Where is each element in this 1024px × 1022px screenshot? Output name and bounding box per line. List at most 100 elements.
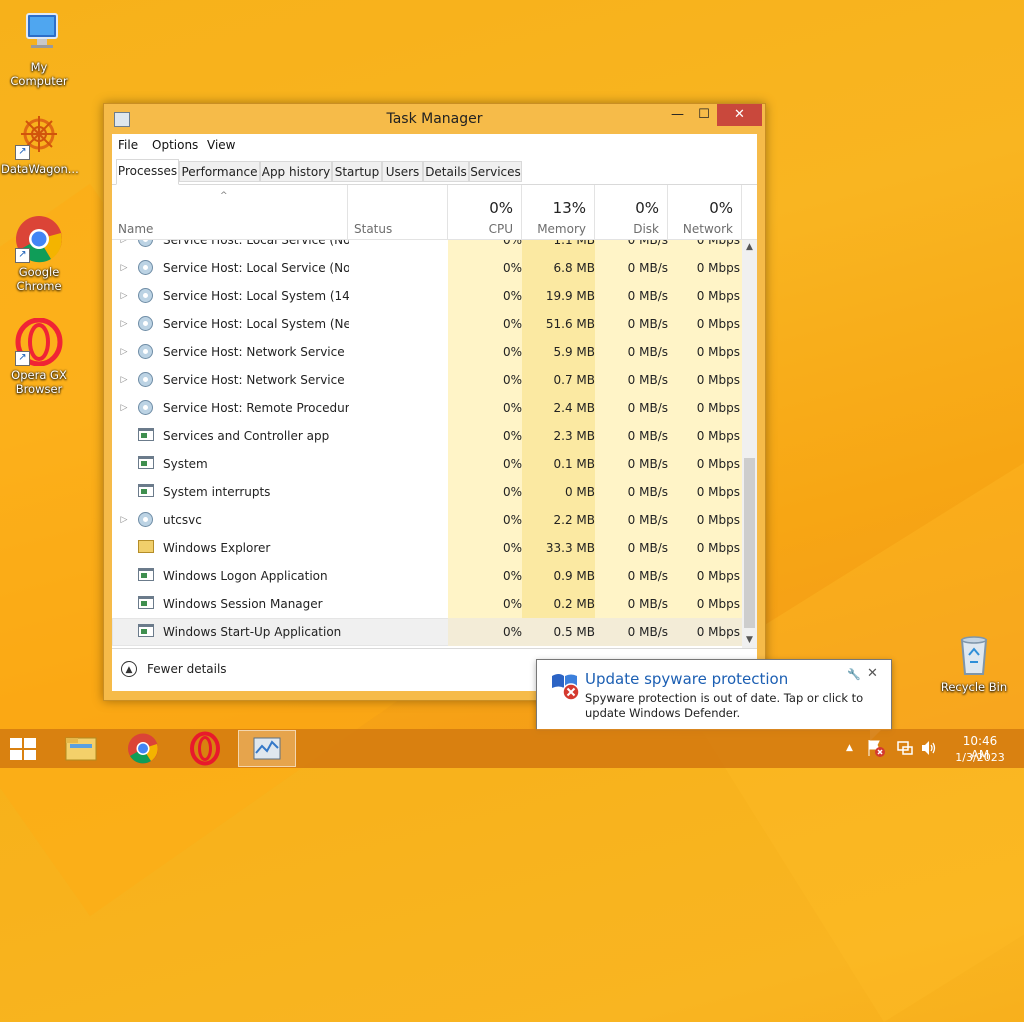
expand-chevron-icon[interactable]: ▷ xyxy=(118,338,130,366)
process-row[interactable]: Windows Start-Up Application 0% 0.5 MB 0 MB… xyxy=(112,618,742,646)
expand-chevron-icon[interactable]: ▷ xyxy=(118,282,130,310)
process-name: Service Host: Remote Procedure... xyxy=(163,401,349,415)
disk-value: 0 MB/s xyxy=(595,618,672,646)
start-button[interactable] xyxy=(8,737,38,761)
recycle-bin-icon xyxy=(950,630,998,678)
defender-notification[interactable]: Update spyware protection Spyware protec… xyxy=(536,659,892,741)
memory-value: 0.1 MB xyxy=(522,450,601,478)
process-name: Service Host: Local Service (No I... xyxy=(163,240,349,247)
column-disk-label: Disk xyxy=(633,222,659,236)
settings-wrench-icon[interactable]: 🔧 xyxy=(847,668,861,681)
network-value: 0 Mbps xyxy=(668,590,742,618)
tab-details[interactable]: Details xyxy=(423,161,469,182)
expand-chevron-icon[interactable]: ▷ xyxy=(118,240,130,254)
desktop-icon-label: DataWagon... xyxy=(1,162,79,176)
process-row[interactable]: ▷ Service Host: Network Service (... 0% 0.7… xyxy=(112,366,742,394)
process-row[interactable]: ▷ Service Host: Local System (14) 0% 19.9 M… xyxy=(112,282,742,310)
column-disk[interactable]: 0% Disk xyxy=(595,185,668,239)
tab-users[interactable]: Users xyxy=(382,161,423,182)
disk-value: 0 MB/s xyxy=(595,506,672,534)
expand-chevron-icon[interactable]: ▷ xyxy=(118,310,130,338)
column-status[interactable]: Status xyxy=(348,185,448,239)
scroll-up-arrow-icon[interactable]: ▲ xyxy=(742,240,757,255)
menu-view[interactable]: View xyxy=(207,138,235,152)
show-hidden-icons-chevron-icon[interactable]: ▲ xyxy=(846,743,853,753)
process-row[interactable]: System interrupts 0% 0 MB 0 MB/s 0 Mbps xyxy=(112,478,742,506)
process-name: Windows Start-Up Application xyxy=(163,625,342,639)
column-network[interactable]: 0% Network xyxy=(668,185,742,239)
close-icon[interactable]: ✕ xyxy=(867,666,878,681)
vertical-scrollbar[interactable]: ▲ ▼ xyxy=(742,240,757,648)
memory-value: 0.9 MB xyxy=(522,562,601,590)
fewer-details-link[interactable]: Fewer details xyxy=(147,662,227,676)
taskbar-file-explorer[interactable] xyxy=(52,730,110,767)
memory-value: 33.3 MB xyxy=(522,534,601,562)
expand-chevron-icon[interactable]: ▷ xyxy=(118,366,130,394)
network-total-percent: 0% xyxy=(709,199,733,217)
expand-chevron-icon[interactable]: ▷ xyxy=(118,506,130,534)
network-value: 0 Mbps xyxy=(668,254,742,282)
process-row[interactable]: ▷ utcsvc 0% 2.2 MB 0 MB/s 0 Mbps xyxy=(112,506,742,534)
cpu-value: 0% xyxy=(448,450,524,478)
taskbar-opera[interactable] xyxy=(176,730,234,767)
volume-icon[interactable] xyxy=(920,739,938,760)
expand-chevron-icon[interactable]: ▷ xyxy=(118,254,130,282)
process-name: Windows Session Manager xyxy=(163,597,323,611)
desktop-icon-recycle-bin[interactable]: Recycle Bin xyxy=(936,630,1012,694)
gear-icon xyxy=(138,344,154,359)
process-row[interactable]: Services and Controller app 0% 2.3 MB 0 MB/… xyxy=(112,422,742,450)
process-row[interactable]: ▷ Service Host: Network Service (5) 0% 5.9 … xyxy=(112,338,742,366)
tab-strip: Processes Performance App history Startu… xyxy=(112,156,757,185)
process-row[interactable]: Windows Session Manager 0% 0.2 MB 0 MB/s 0 M… xyxy=(112,590,742,618)
memory-value: 6.8 MB xyxy=(522,254,601,282)
process-row[interactable]: Windows Explorer 0% 33.3 MB 0 MB/s 0 Mbps xyxy=(112,534,742,562)
tab-startup[interactable]: Startup xyxy=(332,161,382,182)
window-app-icon xyxy=(138,596,154,611)
gear-icon xyxy=(138,372,154,387)
taskbar-chrome[interactable] xyxy=(114,730,172,767)
desktop-icon-my-computer[interactable]: My Computer xyxy=(1,10,77,88)
cpu-value: 0% xyxy=(448,366,524,394)
close-button[interactable]: ✕ xyxy=(717,104,762,126)
scroll-down-arrow-icon[interactable]: ▼ xyxy=(742,633,757,648)
process-row[interactable]: ▷ Service Host: Remote Procedure... 0% 2.4 … xyxy=(112,394,742,422)
desktop-icon-datawagon[interactable]: ↗ DataWagon... xyxy=(1,112,79,176)
network-icon[interactable] xyxy=(896,739,914,760)
scroll-thumb[interactable] xyxy=(744,458,755,628)
chevron-up-circle-icon[interactable]: ▲ xyxy=(121,661,137,677)
cpu-value: 0% xyxy=(448,282,524,310)
disk-value: 0 MB/s xyxy=(595,310,672,338)
process-row[interactable]: ▷ Service Host: Local Service (No I... 0% 1… xyxy=(112,240,742,254)
column-cpu[interactable]: 0% CPU xyxy=(448,185,522,239)
process-name: Services and Controller app xyxy=(163,429,330,443)
process-list: ▷ Service Host: Local Service (No I... 0% 1… xyxy=(112,240,742,648)
column-memory[interactable]: 13% Memory xyxy=(522,185,595,239)
action-center-flag-icon[interactable] xyxy=(866,738,886,761)
process-row[interactable]: Windows Logon Application 0% 0.9 MB 0 MB/s 0… xyxy=(112,562,742,590)
process-row[interactable]: System 0% 0.1 MB 0 MB/s 0 Mbps xyxy=(112,450,742,478)
minimize-button[interactable]: — xyxy=(664,104,691,126)
tab-performance[interactable]: Performance xyxy=(179,161,260,182)
tab-app-history[interactable]: App history xyxy=(260,161,332,182)
tab-services[interactable]: Services xyxy=(469,161,522,182)
menu-options[interactable]: Options xyxy=(152,138,198,152)
tab-processes[interactable]: Processes xyxy=(116,159,179,185)
process-row[interactable]: ▷ Service Host: Local Service (No ... 0% 6.… xyxy=(112,254,742,282)
menu-file[interactable]: File xyxy=(118,138,138,152)
clock-date[interactable]: 1/3/2023 xyxy=(952,751,1008,764)
desktop-icon-opera-gx[interactable]: ↗ Opera GX Browser xyxy=(1,317,77,396)
task-manager-content: File Options View Processes Performance … xyxy=(112,134,757,691)
title-bar[interactable]: Task Manager — ☐ ✕ xyxy=(104,104,765,134)
cpu-value: 0% xyxy=(448,422,524,450)
gear-icon xyxy=(138,240,154,247)
column-status-label: Status xyxy=(354,222,393,236)
process-row[interactable]: ▷ Service Host: Local System (Net... 0% 51.… xyxy=(112,310,742,338)
network-value: 0 Mbps xyxy=(668,310,742,338)
disk-value: 0 MB/s xyxy=(595,450,672,478)
gear-icon xyxy=(138,512,154,527)
expand-chevron-icon[interactable]: ▷ xyxy=(118,394,130,422)
column-name[interactable]: Name xyxy=(112,185,348,239)
desktop-icon-google-chrome[interactable]: ↗ Google Chrome xyxy=(1,215,77,293)
taskbar-task-manager[interactable] xyxy=(238,730,296,767)
maximize-button[interactable]: ☐ xyxy=(691,104,717,126)
